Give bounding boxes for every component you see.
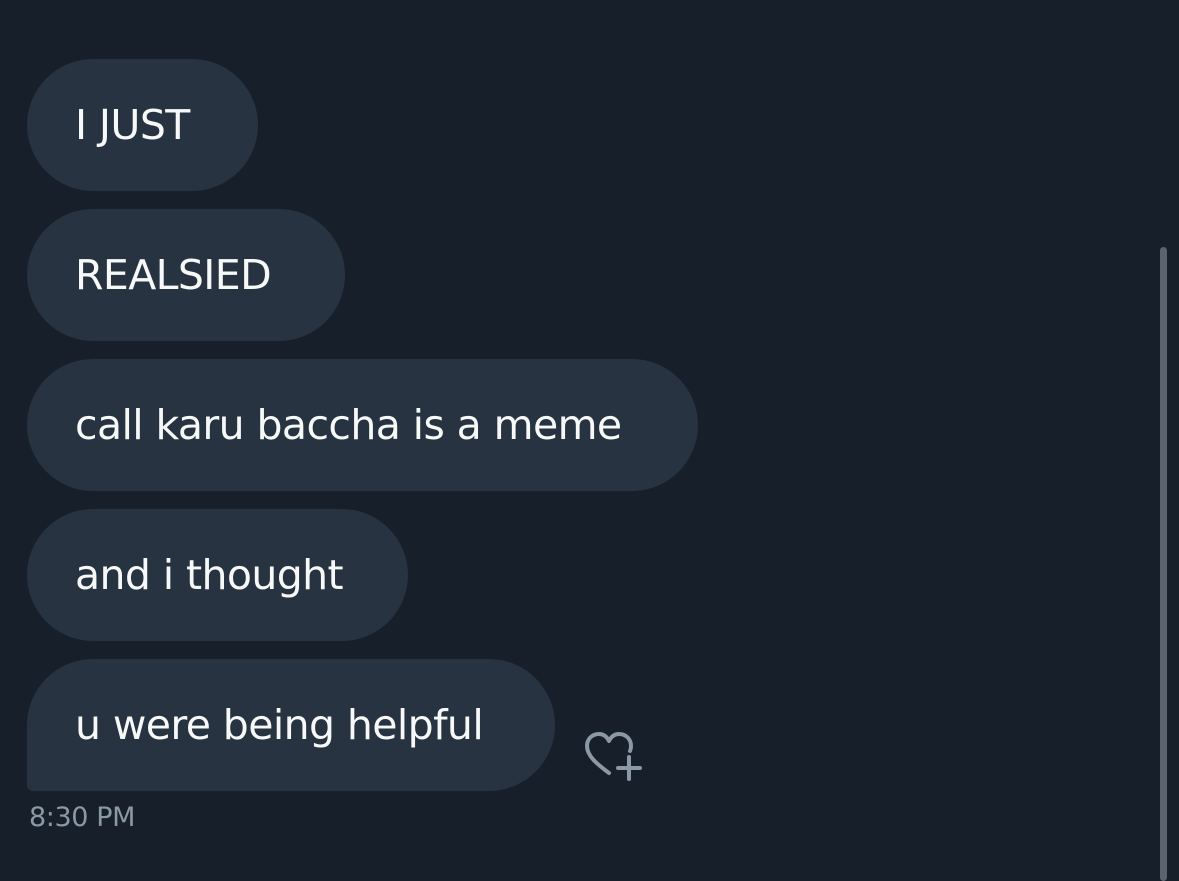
message-text: and i thought (75, 551, 344, 599)
message-text: REALSIED (75, 251, 272, 299)
message-thread: I JUST REALSIED call karu baccha is a me… (27, 59, 1127, 791)
message-text: u were being helpful (75, 701, 484, 749)
heart-plus-icon (585, 732, 642, 781)
message-text: I JUST (75, 101, 190, 149)
message-row: and i thought (27, 509, 1127, 641)
message-row: REALSIED (27, 209, 1127, 341)
message-row: call karu baccha is a meme (27, 359, 1127, 491)
message-row: I JUST (27, 59, 1127, 191)
message-bubble[interactable]: REALSIED (27, 209, 345, 341)
message-row: u were being helpful (27, 659, 1127, 791)
message-bubble[interactable]: I JUST (27, 59, 258, 191)
scrollbar-thumb[interactable] (1160, 247, 1167, 881)
add-reaction-button[interactable] (582, 729, 648, 785)
message-bubble[interactable]: call karu baccha is a meme (27, 359, 698, 491)
message-timestamp: 8:30 PM (29, 802, 135, 833)
message-text: call karu baccha is a meme (75, 401, 622, 449)
message-bubble[interactable]: u were being helpful (27, 659, 555, 791)
message-bubble[interactable]: and i thought (27, 509, 408, 641)
